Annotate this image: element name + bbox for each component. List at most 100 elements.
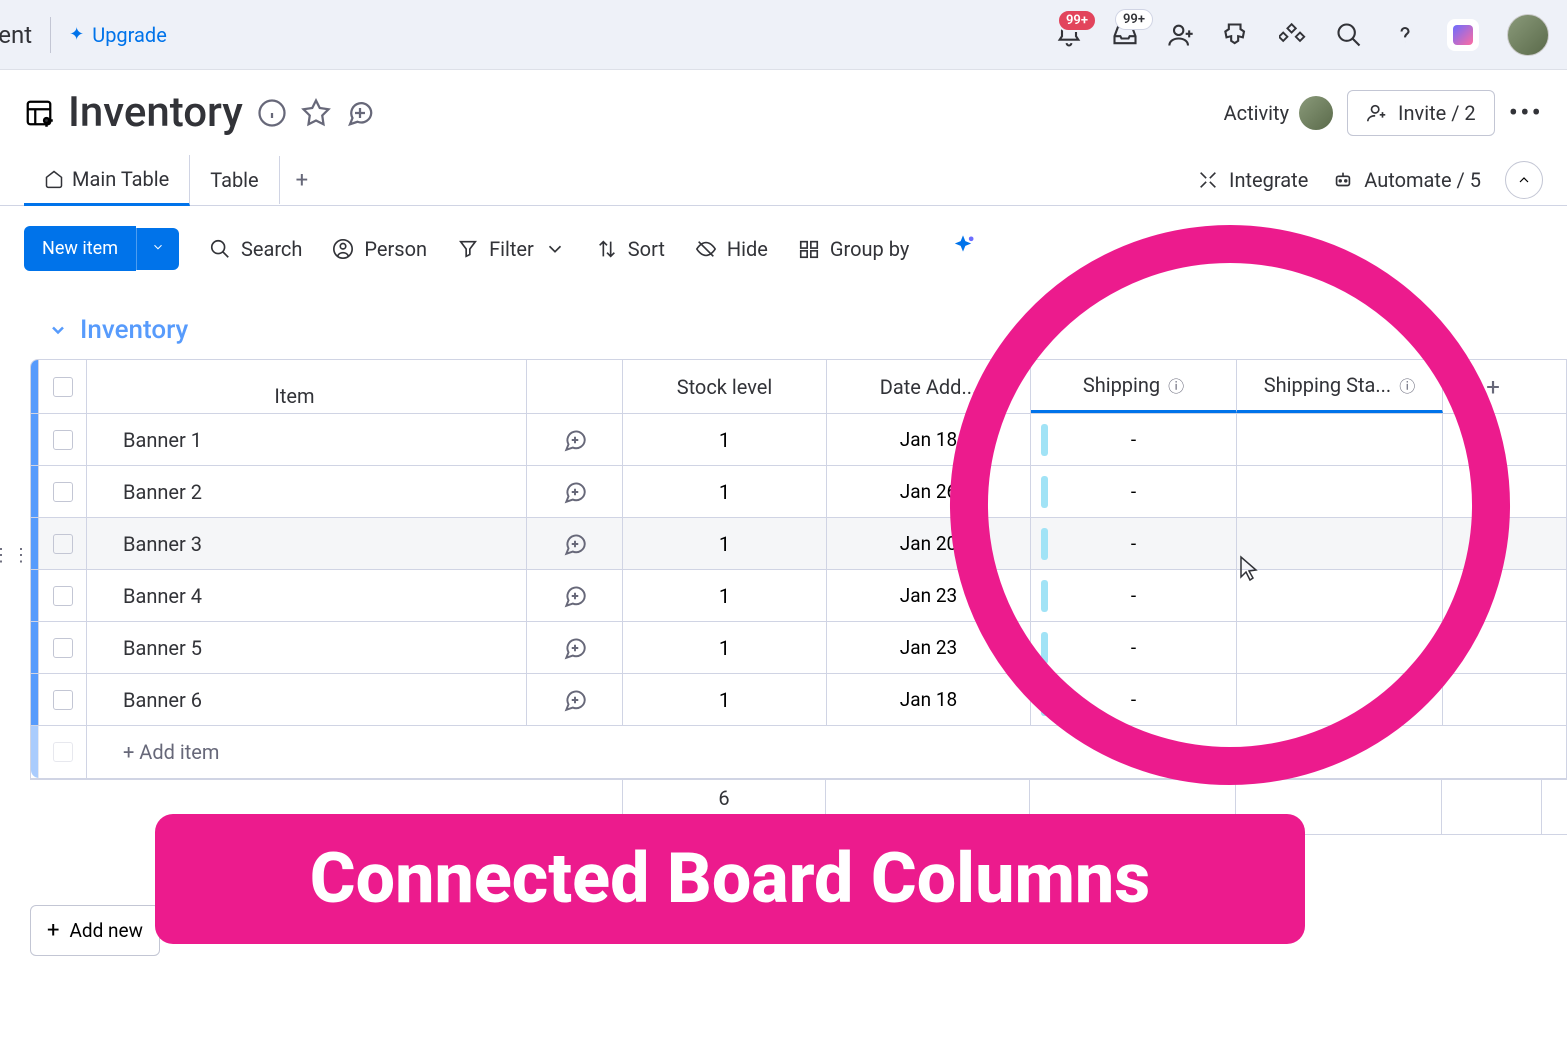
tab-main-table[interactable]: Main Table <box>24 155 190 206</box>
column-header-shipping[interactable]: Shipping ⓘ <box>1031 360 1237 413</box>
stock-cell[interactable]: 1 <box>623 622 827 673</box>
more-options-icon[interactable]: ••• <box>1509 96 1543 129</box>
inbox-badge: 99+ <box>1115 9 1153 30</box>
add-item-text[interactable]: + Add item <box>87 726 527 778</box>
date-cell[interactable]: Jan 23 <box>827 622 1031 673</box>
notifications-icon[interactable]: 99+ <box>1055 21 1083 49</box>
row-checkbox[interactable] <box>39 414 87 465</box>
tab-table[interactable]: Table <box>190 156 279 204</box>
group-title[interactable]: Inventory <box>80 315 188 345</box>
sort-button[interactable]: Sort <box>596 237 665 261</box>
column-header-item[interactable]: Item <box>87 360 527 413</box>
table-row: Banner 3 1 Jan 20 - <box>31 518 1566 570</box>
date-cell[interactable]: Jan 18 <box>827 674 1031 725</box>
shipping-status-cell[interactable] <box>1237 414 1443 465</box>
filter-button[interactable]: Filter <box>457 237 566 261</box>
person-icon <box>332 238 354 260</box>
board-title[interactable]: Inventory <box>68 88 243 137</box>
invite-label: Invite / 2 <box>1398 101 1476 125</box>
add-update-icon[interactable] <box>527 622 623 673</box>
add-item-row[interactable]: + Add item <box>31 726 1566 778</box>
stock-cell[interactable]: 1 <box>623 570 827 621</box>
upgrade-button[interactable]: ✦ Upgrade <box>69 23 167 47</box>
shipping-cell[interactable]: - <box>1031 622 1237 673</box>
shipping-status-cell[interactable] <box>1237 518 1443 569</box>
search-icon[interactable] <box>1335 21 1363 49</box>
product-switcher[interactable] <box>1447 19 1479 51</box>
favorite-icon[interactable] <box>301 98 331 128</box>
item-name-cell[interactable]: Banner 1 <box>87 414 527 465</box>
stock-cell[interactable]: 1 <box>623 518 827 569</box>
hide-button[interactable]: Hide <box>695 237 768 261</box>
date-cell[interactable]: Jan 20 <box>827 518 1031 569</box>
row-checkbox[interactable] <box>39 674 87 725</box>
workspaces-icon[interactable] <box>1279 21 1307 49</box>
column-header-date[interactable]: Date Add... <box>827 360 1031 413</box>
item-name-cell[interactable]: Banner 2 <box>87 466 527 517</box>
item-name-cell[interactable]: Banner 3 <box>87 518 527 569</box>
group-header[interactable]: Inventory <box>0 291 1567 359</box>
new-item-dropdown[interactable] <box>136 228 179 270</box>
user-avatar[interactable] <box>1507 14 1549 56</box>
stock-cell[interactable]: 1 <box>623 466 827 517</box>
row-checkbox[interactable] <box>39 518 87 569</box>
tab-label: Main Table <box>72 167 169 191</box>
activity-button[interactable]: Activity <box>1224 96 1333 130</box>
shipping-cell[interactable]: - <box>1031 414 1237 465</box>
invite-members-icon[interactable] <box>1167 21 1195 49</box>
integrate-button[interactable]: Integrate <box>1197 168 1308 192</box>
item-name-cell[interactable]: Banner 6 <box>87 674 527 725</box>
add-update-icon[interactable] <box>527 570 623 621</box>
board-header: Inventory Activity Invite / 2 ••• <box>0 70 1567 137</box>
date-cell[interactable]: Jan 26 <box>827 466 1031 517</box>
add-column-button[interactable]: + <box>1443 360 1543 413</box>
select-all-cell[interactable] <box>39 360 87 413</box>
stock-cell[interactable]: 1 <box>623 674 827 725</box>
integrate-icon <box>1197 169 1219 191</box>
column-header-shipping-status[interactable]: Shipping Sta... ⓘ <box>1237 360 1443 413</box>
apps-icon[interactable] <box>1223 21 1251 49</box>
column-header-stock[interactable]: Stock level <box>623 360 827 413</box>
group-by-button[interactable]: Group by <box>798 237 909 261</box>
shipping-status-cell[interactable] <box>1237 570 1443 621</box>
column-header-updates[interactable] <box>527 360 623 413</box>
add-update-icon[interactable] <box>527 518 623 569</box>
stock-cell[interactable]: 1 <box>623 414 827 465</box>
add-update-icon[interactable] <box>527 466 623 517</box>
annotation-banner: Connected Board Columns <box>155 814 1305 944</box>
shipping-cell[interactable]: - <box>1031 570 1237 621</box>
shipping-cell[interactable]: - <box>1031 674 1237 725</box>
shipping-status-cell[interactable] <box>1237 466 1443 517</box>
add-update-icon[interactable] <box>527 414 623 465</box>
sum-value: 6 <box>718 786 729 810</box>
add-new-group-button[interactable]: + Add new <box>30 905 160 956</box>
shipping-cell[interactable]: - <box>1031 518 1237 569</box>
info-icon[interactable] <box>257 98 287 128</box>
ai-icon[interactable] <box>949 233 977 265</box>
shipping-cell[interactable]: - <box>1031 466 1237 517</box>
row-menu-icon[interactable]: ⋮⋮ <box>0 545 32 566</box>
product-name-truncated: agement <box>0 21 32 49</box>
row-checkbox[interactable] <box>39 466 87 517</box>
shipping-status-cell[interactable] <box>1237 674 1443 725</box>
start-conversation-icon[interactable] <box>345 98 375 128</box>
search-button[interactable]: Search <box>209 237 302 261</box>
item-name-cell[interactable]: Banner 5 <box>87 622 527 673</box>
shipping-status-cell[interactable] <box>1237 622 1443 673</box>
row-checkbox[interactable] <box>39 622 87 673</box>
date-cell[interactable]: Jan 23 <box>827 570 1031 621</box>
person-filter-button[interactable]: Person <box>332 237 427 261</box>
add-update-icon[interactable] <box>527 674 623 725</box>
item-name-cell[interactable]: Banner 4 <box>87 570 527 621</box>
table-row: Banner 6 1 Jan 18 - <box>31 674 1566 726</box>
row-checkbox[interactable] <box>39 570 87 621</box>
inbox-icon[interactable]: 99+ <box>1111 21 1139 49</box>
date-cell[interactable]: Jan 18 <box>827 414 1031 465</box>
help-icon[interactable] <box>1391 21 1419 49</box>
invite-button[interactable]: Invite / 2 <box>1347 90 1495 136</box>
automate-button[interactable]: Automate / 5 <box>1332 168 1481 192</box>
add-view-button[interactable]: + <box>280 156 324 205</box>
new-item-button[interactable]: New item <box>24 226 136 271</box>
plus-icon: + <box>47 918 59 943</box>
collapse-header-button[interactable] <box>1505 161 1543 199</box>
